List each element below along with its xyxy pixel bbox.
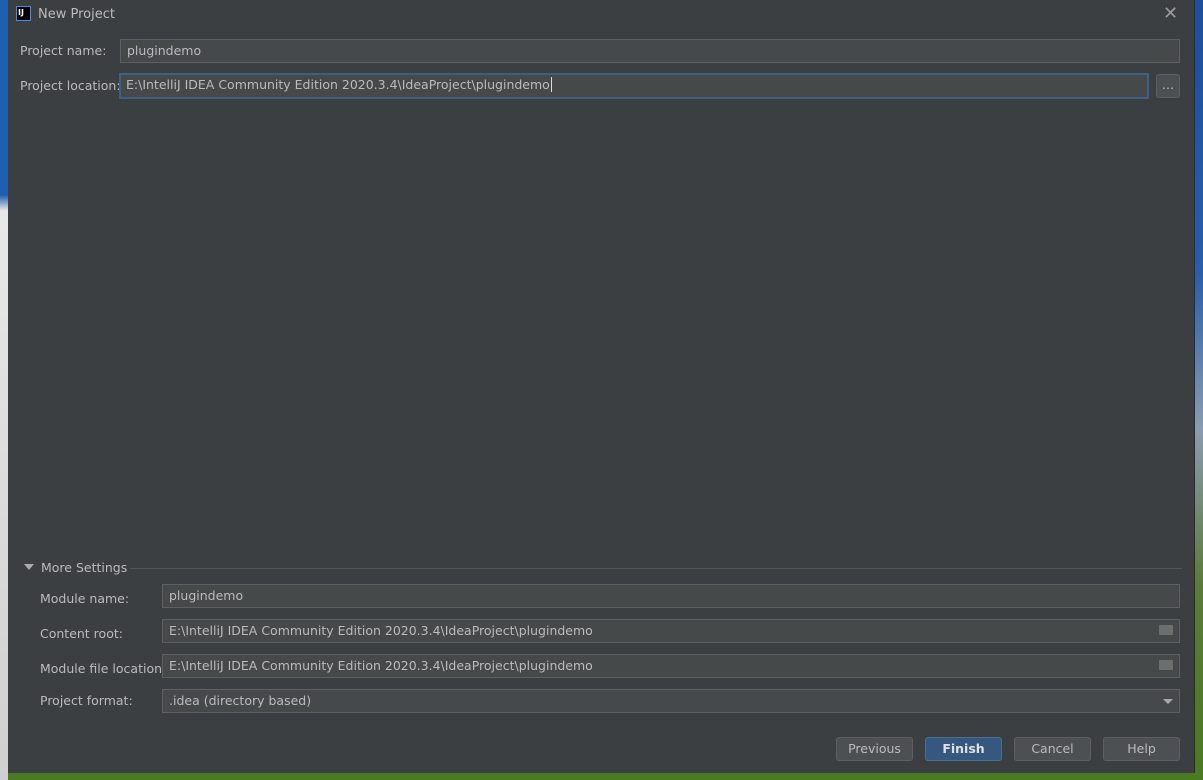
folder-icon[interactable] xyxy=(1159,625,1173,635)
dialog-title: New Project xyxy=(38,7,115,22)
chevron-down-icon xyxy=(1163,699,1173,704)
module-file-location-value: E:\IntelliJ IDEA Community Edition 2020.… xyxy=(169,658,593,673)
content-root-label: Content root: xyxy=(40,626,123,641)
finish-button[interactable]: Finish xyxy=(925,737,1002,761)
folder-icon[interactable] xyxy=(1159,660,1173,670)
project-format-label: Project format: xyxy=(40,693,133,708)
section-divider xyxy=(130,568,1182,569)
project-name-input[interactable]: plugindemo xyxy=(120,39,1180,63)
cancel-button[interactable]: Cancel xyxy=(1014,737,1091,761)
module-file-location-label: Module file location: xyxy=(40,661,167,676)
project-location-value: E:\IntelliJ IDEA Community Edition 2020.… xyxy=(126,77,550,92)
browse-button[interactable]: ... xyxy=(1156,74,1180,98)
project-location-label: Project location: xyxy=(20,78,121,93)
intellij-logo-icon: IJ xyxy=(16,6,31,21)
expand-triangle-icon[interactable] xyxy=(24,564,34,570)
new-project-dialog: IJ New Project ✕ Project name: plugindem… xyxy=(8,0,1195,773)
more-settings-toggle[interactable]: More Settings xyxy=(41,560,127,575)
content-root-input[interactable]: E:\IntelliJ IDEA Community Edition 2020.… xyxy=(162,619,1180,643)
content-root-value: E:\IntelliJ IDEA Community Edition 2020.… xyxy=(169,623,593,638)
previous-button[interactable]: Previous xyxy=(836,737,913,761)
project-location-input[interactable]: E:\IntelliJ IDEA Community Edition 2020.… xyxy=(119,73,1149,99)
module-name-input[interactable]: plugindemo xyxy=(162,584,1180,608)
module-name-label: Module name: xyxy=(40,591,130,606)
project-name-label: Project name: xyxy=(20,43,107,58)
project-format-select[interactable]: .idea (directory based) xyxy=(162,689,1180,713)
module-file-location-input[interactable]: E:\IntelliJ IDEA Community Edition 2020.… xyxy=(162,654,1180,678)
close-icon[interactable]: ✕ xyxy=(1163,3,1178,24)
text-cursor xyxy=(550,77,552,92)
help-button[interactable]: Help xyxy=(1103,737,1180,761)
project-format-value: .idea (directory based) xyxy=(169,693,312,708)
background-window xyxy=(0,0,8,780)
